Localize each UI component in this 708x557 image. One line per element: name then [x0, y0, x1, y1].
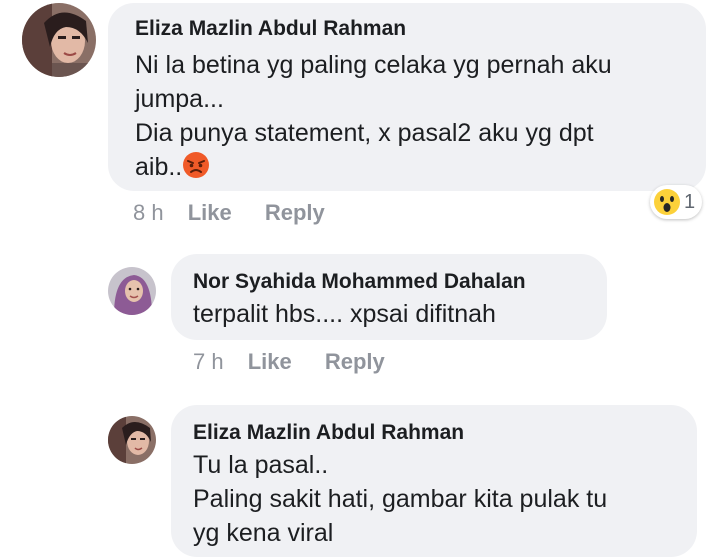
comment-line: Tu la pasal..	[193, 451, 329, 479]
comment-line: terpalit hbs.... xpsai difitnah	[193, 300, 496, 328]
comment-bubble: Nor Syahida Mohammed Dahalan terpalit hb…	[171, 254, 607, 340]
wow-reaction-icon	[653, 188, 681, 216]
comment-line: Dia punya statement, x pasal2 aku yg dpt	[135, 119, 594, 147]
comment-line-with-emoji: aib..	[135, 150, 706, 184]
comment-line: yg kena viral	[193, 519, 334, 547]
comment-line: aib..	[135, 153, 183, 181]
comment-text: terpalit hbs.... xpsai difitnah	[193, 297, 607, 331]
like-button[interactable]: Like	[248, 349, 292, 374]
comment-author[interactable]: Nor Syahida Mohammed Dahalan	[193, 269, 607, 295]
comment-line: Ni la betina yg paling celaka yg pernah …	[135, 51, 612, 79]
comment-actions: 8 h Like Reply	[133, 200, 325, 226]
comment-text: Ni la betina yg paling celaka yg pernah …	[135, 48, 706, 184]
comment-line: jumpa...	[135, 85, 224, 113]
reply-button[interactable]: Reply	[265, 200, 325, 225]
avatar[interactable]	[22, 3, 96, 77]
angry-face-icon	[182, 151, 210, 179]
comment-timestamp[interactable]: 8 h	[133, 200, 164, 225]
avatar[interactable]	[108, 267, 156, 315]
avatar[interactable]	[108, 416, 156, 464]
reaction-count: 1	[684, 190, 696, 213]
reply-button[interactable]: Reply	[325, 349, 385, 374]
comment-bubble: Eliza Mazlin Abdul Rahman Tu la pasal.. …	[171, 405, 697, 557]
reaction-count-badge[interactable]: 1	[650, 185, 703, 219]
comment-author[interactable]: Eliza Mazlin Abdul Rahman	[135, 16, 706, 42]
comment-timestamp[interactable]: 7 h	[193, 349, 224, 374]
comment-bubble: Eliza Mazlin Abdul Rahman Ni la betina y…	[108, 3, 706, 191]
comment-text: Tu la pasal.. Paling sakit hati, gambar …	[193, 448, 697, 550]
comment-actions: 7 h Like Reply	[193, 349, 385, 375]
comment-line: Paling sakit hati, gambar kita pulak tu	[193, 485, 608, 513]
like-button[interactable]: Like	[188, 200, 232, 225]
comment-author[interactable]: Eliza Mazlin Abdul Rahman	[193, 420, 697, 446]
